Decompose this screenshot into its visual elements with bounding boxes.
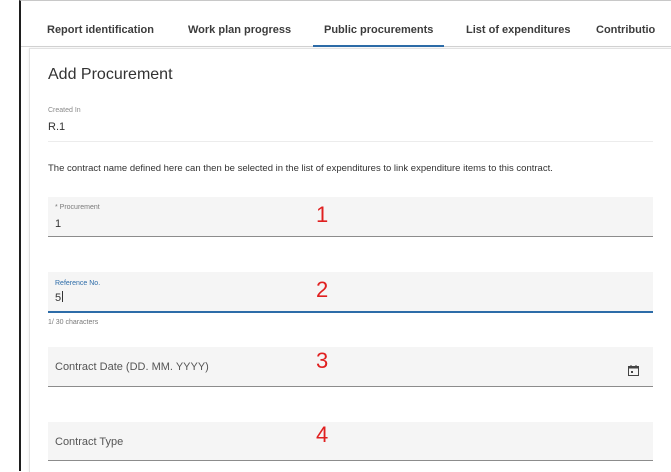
tab-public-procurements[interactable]: Public procurements [312, 10, 445, 47]
annotation-1: 1 [316, 202, 329, 227]
reference-number-value: 5 [55, 292, 62, 304]
reference-number-label: Reference No. [55, 280, 101, 287]
contract-date-placeholder: Contract Date (DD. MM. YYYY) [55, 361, 209, 373]
reference-number-value-wrap: 5 [55, 291, 64, 304]
annotation-2: 2 [316, 277, 329, 302]
contract-date-field[interactable]: Contract Date (DD. MM. YYYY) [48, 347, 653, 387]
created-in-label: Created In [48, 107, 81, 114]
procurement-form-panel [29, 48, 671, 472]
created-in-value: R.1 [48, 121, 66, 133]
tab-report-identification[interactable]: Report identification [47, 10, 154, 46]
contract-type-placeholder: Contract Type [55, 436, 124, 448]
text-caret [62, 291, 64, 302]
tab-work-plan-progress[interactable]: Work plan progress [188, 10, 291, 46]
form-title: Add Procurement [48, 66, 173, 83]
contract-type-field[interactable]: Contract Type [48, 422, 653, 461]
tab-bar: Report identification Work plan progress… [21, 10, 671, 47]
annotation-4: 4 [316, 422, 329, 447]
info-text: The contract name defined here can then … [48, 163, 553, 174]
reference-number-field[interactable]: Reference No. 5 [48, 272, 653, 313]
annotation-3: 3 [316, 348, 329, 373]
tab-list-of-expenditures[interactable]: List of expenditures [466, 10, 571, 46]
procurement-field[interactable]: * Procurement 1 [48, 197, 653, 237]
procurement-label: * Procurement [55, 204, 100, 211]
tab-contributions[interactable]: Contributio [596, 10, 655, 46]
calendar-icon[interactable] [628, 365, 639, 376]
divider [48, 141, 653, 142]
procurement-value: 1 [55, 218, 62, 230]
character-counter: 1/ 30 characters [48, 319, 99, 326]
